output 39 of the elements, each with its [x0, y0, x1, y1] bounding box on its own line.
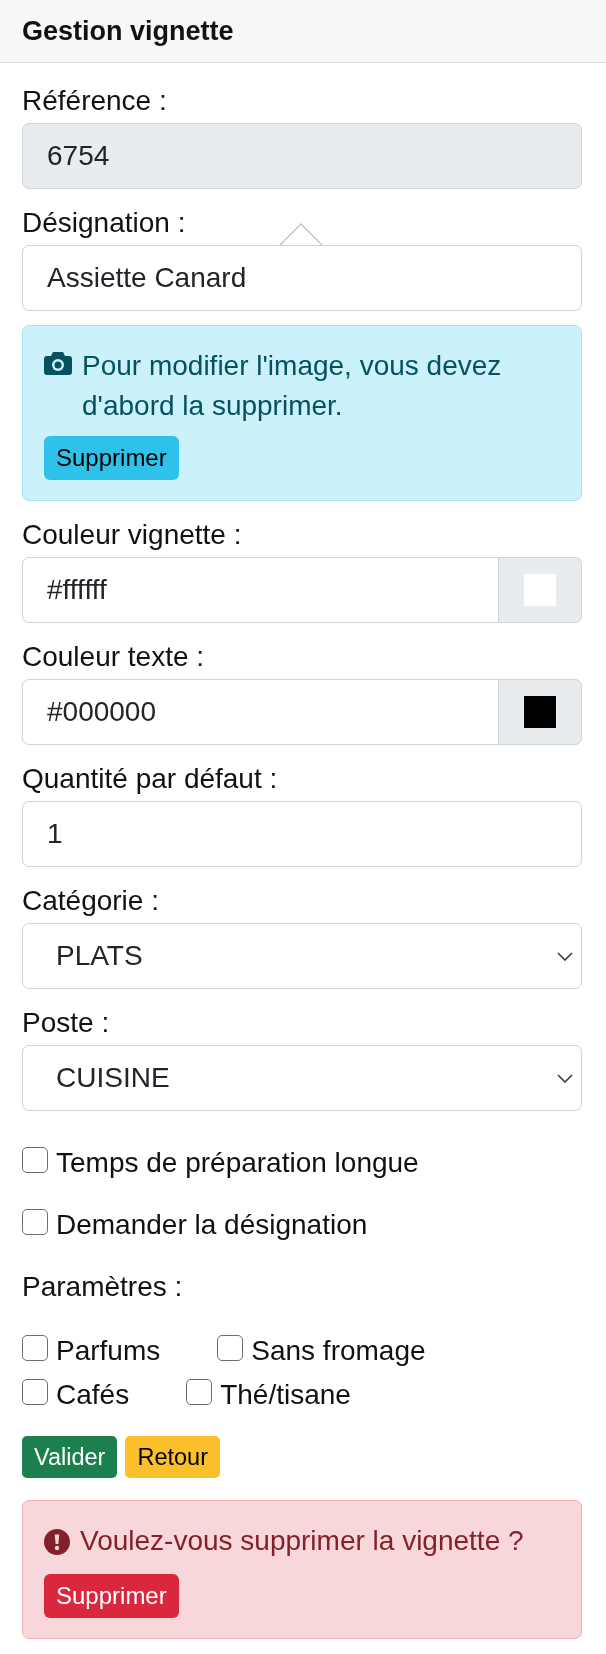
dropdown-select[interactable]: CUISINE — [22, 1045, 582, 1111]
field-label: Poste : — [22, 1006, 110, 1040]
checkbox-label[interactable]: Demander la désignation — [56, 1205, 368, 1245]
color-picker-button[interactable] — [499, 679, 582, 745]
field-label: Désignation : — [22, 206, 186, 240]
text-input[interactable]: Assiette Canard — [22, 245, 582, 311]
color-picker-button[interactable] — [499, 557, 582, 623]
checkbox[interactable] — [22, 1335, 48, 1361]
color-code-input[interactable]: #000000 — [22, 679, 499, 745]
dropdown-select[interactable]: PLATS — [22, 923, 582, 989]
chevron-down-icon — [557, 1073, 573, 1083]
checkbox[interactable] — [217, 1335, 244, 1361]
field-label: Référence : — [22, 84, 167, 118]
delete-button[interactable]: Supprimer — [44, 436, 179, 480]
text-input[interactable]: 1 — [22, 801, 582, 867]
exclamation-circle-icon — [44, 1529, 70, 1555]
section-label: Paramètres : — [22, 1270, 184, 1304]
checkbox[interactable] — [186, 1379, 213, 1405]
chevron-down-icon — [557, 951, 573, 961]
checkbox-label[interactable]: Sans fromage — [251, 1331, 426, 1371]
field-label: Couleur texte : — [22, 640, 205, 674]
alert-message: Voulez-vous supprimer la vignette ? — [80, 1524, 524, 1558]
panel-title: Gestion vignette — [22, 15, 234, 47]
checkbox-label[interactable]: Cafés — [56, 1375, 130, 1415]
field-label: Couleur vignette : — [22, 518, 242, 552]
checkbox-label[interactable]: Thé/tisane — [220, 1375, 351, 1415]
checkbox[interactable] — [22, 1209, 48, 1235]
field-label: Catégorie : — [22, 884, 159, 918]
checkbox[interactable] — [22, 1379, 48, 1405]
field-label: Quantité par défaut : — [22, 762, 278, 796]
checkbox[interactable] — [22, 1147, 48, 1173]
color-code-input[interactable]: #ffffff — [22, 557, 499, 623]
checkbox-label[interactable]: Parfums — [56, 1331, 161, 1371]
submit-button[interactable]: Valider — [22, 1436, 118, 1478]
checkbox-label[interactable]: Temps de préparation longue — [56, 1143, 419, 1183]
back-button[interactable]: Retour — [125, 1436, 220, 1478]
delete-button[interactable]: Supprimer — [44, 1574, 179, 1618]
alert-message: Pour modifier l'image, vous devez d'abord la supprimer. — [82, 349, 503, 423]
camera-icon — [44, 352, 72, 375]
